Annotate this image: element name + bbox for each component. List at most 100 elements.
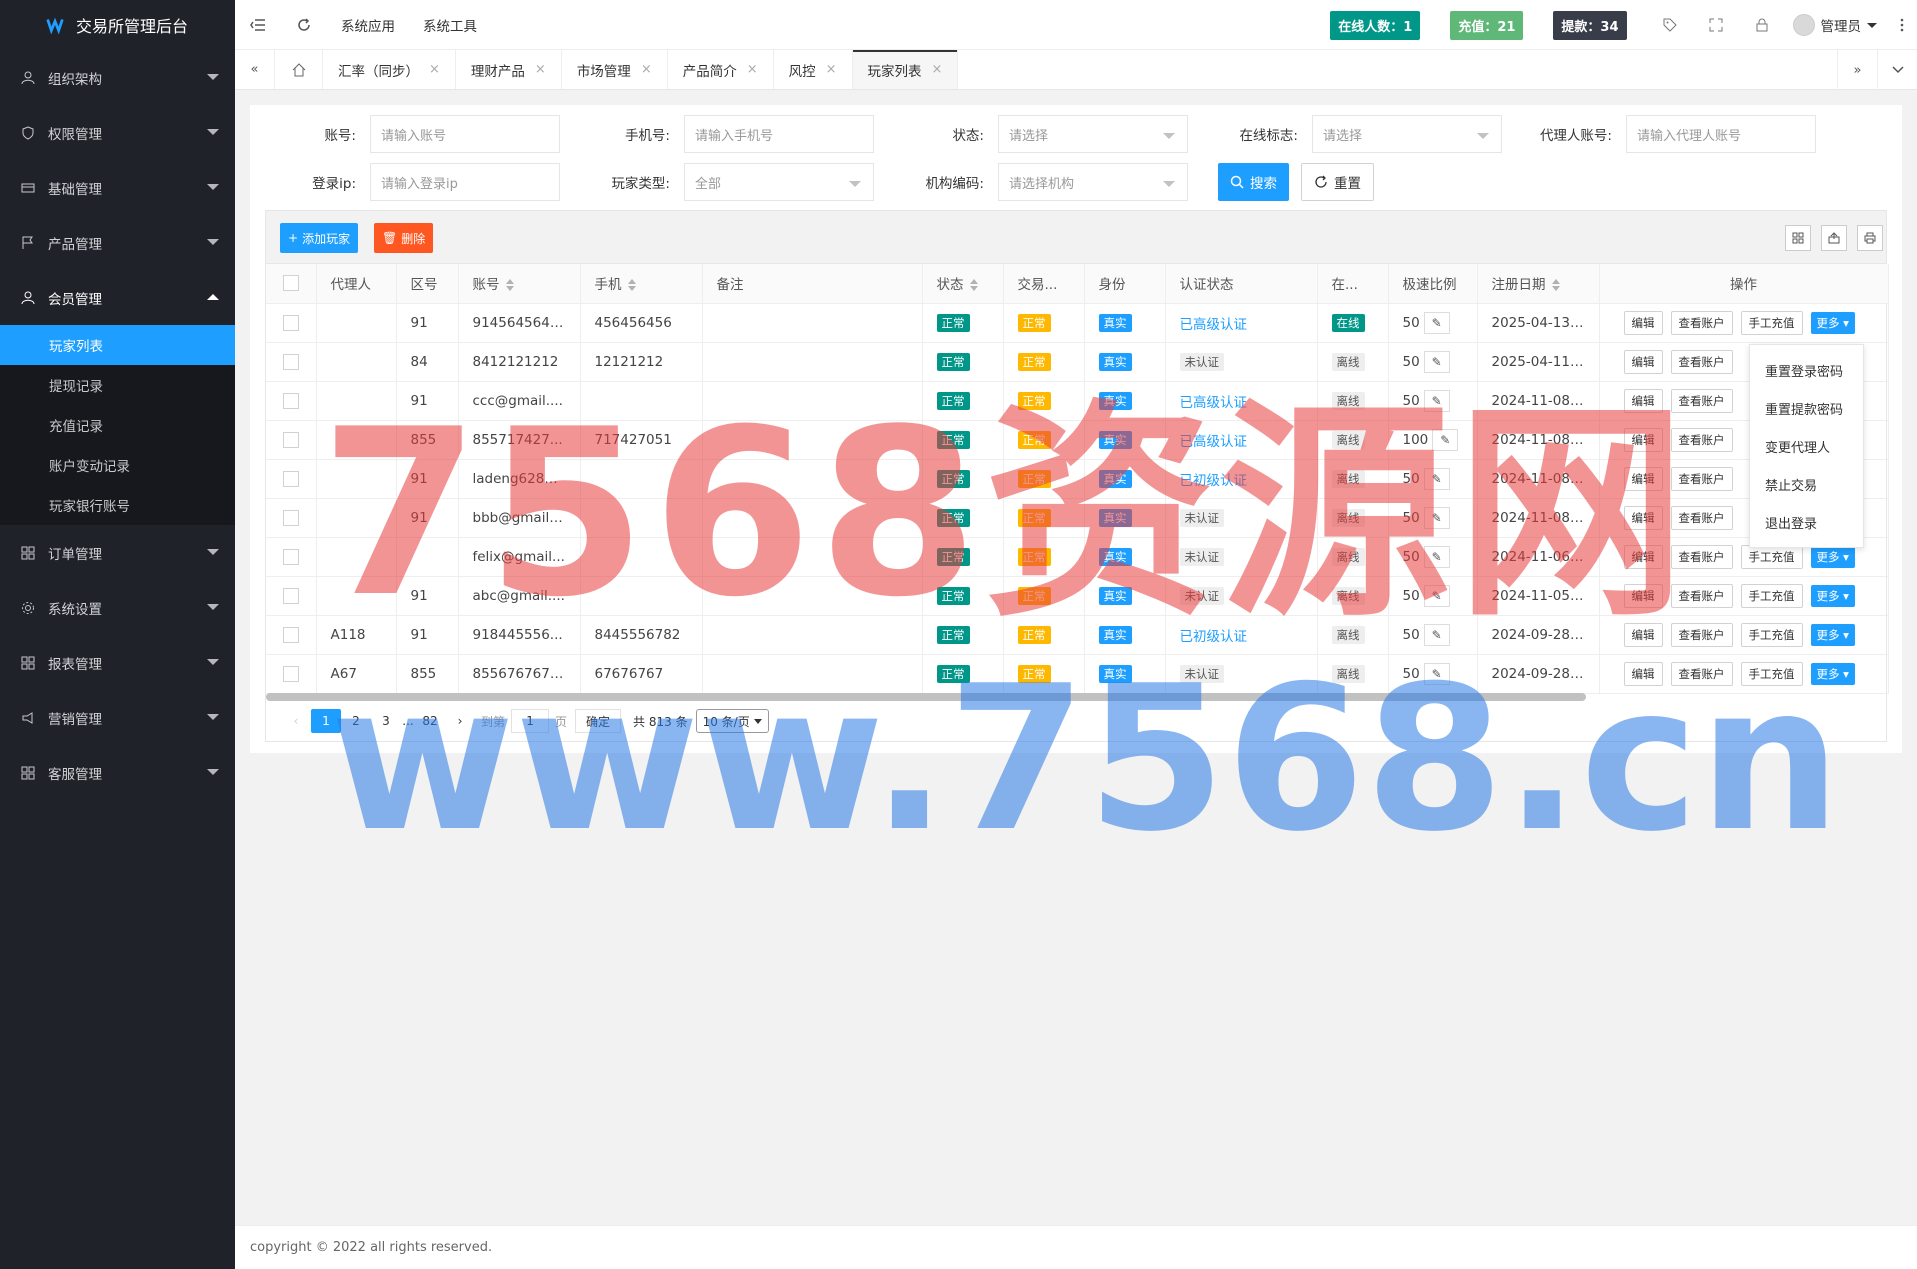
phone-input[interactable]: 请输入手机号 [684,115,874,153]
view-account-button[interactable]: 查看账户 [1670,544,1733,569]
org-select[interactable]: 请选择机构 [998,163,1188,201]
manual-recharge-button[interactable]: 手工充值 [1740,622,1803,647]
view-account-button[interactable]: 查看账户 [1670,622,1733,647]
more-button[interactable]: 更多 ▾ [1810,662,1855,685]
pencil-icon[interactable]: ✎ [1423,545,1450,568]
goto-page-input[interactable]: 1 [511,709,550,733]
more-button[interactable]: 更多 ▾ [1810,311,1855,334]
sidebar-item-settings[interactable]: 系统设置 [0,580,235,635]
status-select[interactable]: 请选择 [998,115,1188,153]
manual-recharge-button[interactable]: 手工充值 [1740,310,1803,335]
refresh-icon[interactable] [281,0,327,50]
sidebar-item-service[interactable]: 客服管理 [0,745,235,800]
pencil-icon[interactable]: ✎ [1423,506,1450,529]
submenu-account-changes[interactable]: 账户变动记录 [0,445,235,485]
sort-icon[interactable] [969,279,978,292]
account-input[interactable]: 请输入账号 [370,115,560,153]
page-2[interactable]: 2 [341,709,371,733]
auth-status[interactable]: 已高级认证 [1180,317,1248,333]
edit-button[interactable]: 编辑 [1623,349,1663,374]
view-account-button[interactable]: 查看账户 [1670,661,1733,686]
edit-button[interactable]: 编辑 [1623,466,1663,491]
edit-button[interactable]: 编辑 [1623,388,1663,413]
tab-risk-control[interactable]: 风控 × [774,50,853,89]
row-checkbox[interactable] [266,576,317,616]
fullscreen-icon[interactable] [1693,18,1739,32]
cell-auth-status[interactable]: 已高级认证 [1165,381,1318,421]
page-1[interactable]: 1 [311,709,341,733]
add-player-button[interactable]: + 添加玩家 [280,223,359,253]
sidebar-item-marketing[interactable]: 营销管理 [0,690,235,745]
user-menu[interactable]: 管理员 [1785,14,1888,36]
auth-status[interactable]: 已初级认证 [1180,629,1248,645]
prev-page-icon[interactable]: ‹ [281,709,311,733]
close-icon[interactable]: × [641,62,652,77]
change-agent-item[interactable]: 变更代理人 [1750,427,1863,465]
manual-recharge-button[interactable]: 手工充值 [1740,583,1803,608]
sidebar-item-org[interactable]: 组织架构 [0,50,235,105]
page-3[interactable]: 3 [371,709,401,733]
select-all-checkbox[interactable] [266,264,317,304]
reset-login-password-item[interactable]: 重置登录密码 [1750,351,1863,389]
tab-exchange-rate[interactable]: 汇率（同步） × [323,50,456,89]
pencil-icon[interactable]: ✎ [1423,350,1450,373]
page-82[interactable]: 82 [415,709,445,733]
sidebar-item-basic[interactable]: 基础管理 [0,160,235,215]
tabs-menu-icon[interactable] [1877,50,1917,90]
sidebar-item-order[interactable]: 订单管理 [0,525,235,580]
sidebar-item-reports[interactable]: 报表管理 [0,635,235,690]
tab-player-list[interactable]: 玩家列表 × [852,50,959,89]
next-page-icon[interactable]: › [445,709,475,733]
ban-trading-item[interactable]: 禁止交易 [1750,465,1863,503]
close-icon[interactable]: × [932,62,943,77]
agent-input[interactable]: 请输入代理人账号 [1626,115,1816,153]
cell-auth-status[interactable]: 已初级认证 [1165,615,1318,655]
col-account[interactable]: 账号 [458,264,581,304]
goto-confirm-button[interactable]: 确定 [575,709,622,733]
submenu-bank-accounts[interactable]: 玩家银行账号 [0,485,235,525]
sort-icon[interactable] [505,279,514,292]
row-checkbox[interactable] [266,654,317,694]
auth-status[interactable]: 已高级认证 [1180,395,1248,411]
row-checkbox[interactable] [266,342,317,382]
tabs-scroll-right-icon[interactable]: » [1837,50,1877,90]
ip-input[interactable]: 请输入登录ip [370,163,560,201]
tab-market[interactable]: 市场管理 × [562,50,668,89]
reset-button[interactable]: 重置 [1301,163,1374,201]
home-icon[interactable] [275,50,323,89]
tag-icon[interactable] [1647,18,1693,32]
edit-button[interactable]: 编辑 [1623,310,1663,335]
row-checkbox[interactable] [266,420,317,460]
view-account-button[interactable]: 查看账户 [1670,310,1733,335]
cell-auth-status[interactable]: 已初级认证 [1165,459,1318,499]
page-size-select[interactable]: 10 条/页 [695,709,769,733]
manual-recharge-button[interactable]: 手工充值 [1740,661,1803,686]
pencil-icon[interactable]: ✎ [1432,428,1459,451]
row-checkbox[interactable] [266,537,317,577]
edit-button[interactable]: 编辑 [1623,583,1663,608]
submenu-recharge-records[interactable]: 充值记录 [0,405,235,445]
pencil-icon[interactable]: ✎ [1423,467,1450,490]
search-button[interactable]: 搜索 [1218,163,1289,201]
lock-icon[interactable] [1739,18,1785,32]
export-icon[interactable] [1821,225,1847,251]
more-button[interactable]: 更多 ▾ [1810,584,1855,607]
row-checkbox[interactable] [266,498,317,538]
tab-product-intro[interactable]: 产品简介 × [668,50,774,89]
sidebar-item-member[interactable]: 会员管理 [0,270,235,325]
edit-button[interactable]: 编辑 [1623,622,1663,647]
auth-status[interactable]: 已高级认证 [1180,434,1248,450]
pencil-icon[interactable]: ✎ [1423,623,1450,646]
view-account-button[interactable]: 查看账户 [1670,427,1733,452]
row-checkbox[interactable] [266,615,317,655]
close-icon[interactable]: × [747,62,758,77]
submenu-withdraw-records[interactable]: 提现记录 [0,365,235,405]
sidebar-item-product[interactable]: 产品管理 [0,215,235,270]
pencil-icon[interactable]: ✎ [1423,662,1450,685]
force-logout-item[interactable]: 退出登录 [1750,503,1863,541]
more-vertical-icon[interactable] [1887,18,1917,32]
col-status[interactable]: 状态 [922,264,1004,304]
edit-button[interactable]: 编辑 [1623,505,1663,530]
close-icon[interactable]: × [826,62,837,77]
menu-toggle-icon[interactable] [235,0,281,50]
